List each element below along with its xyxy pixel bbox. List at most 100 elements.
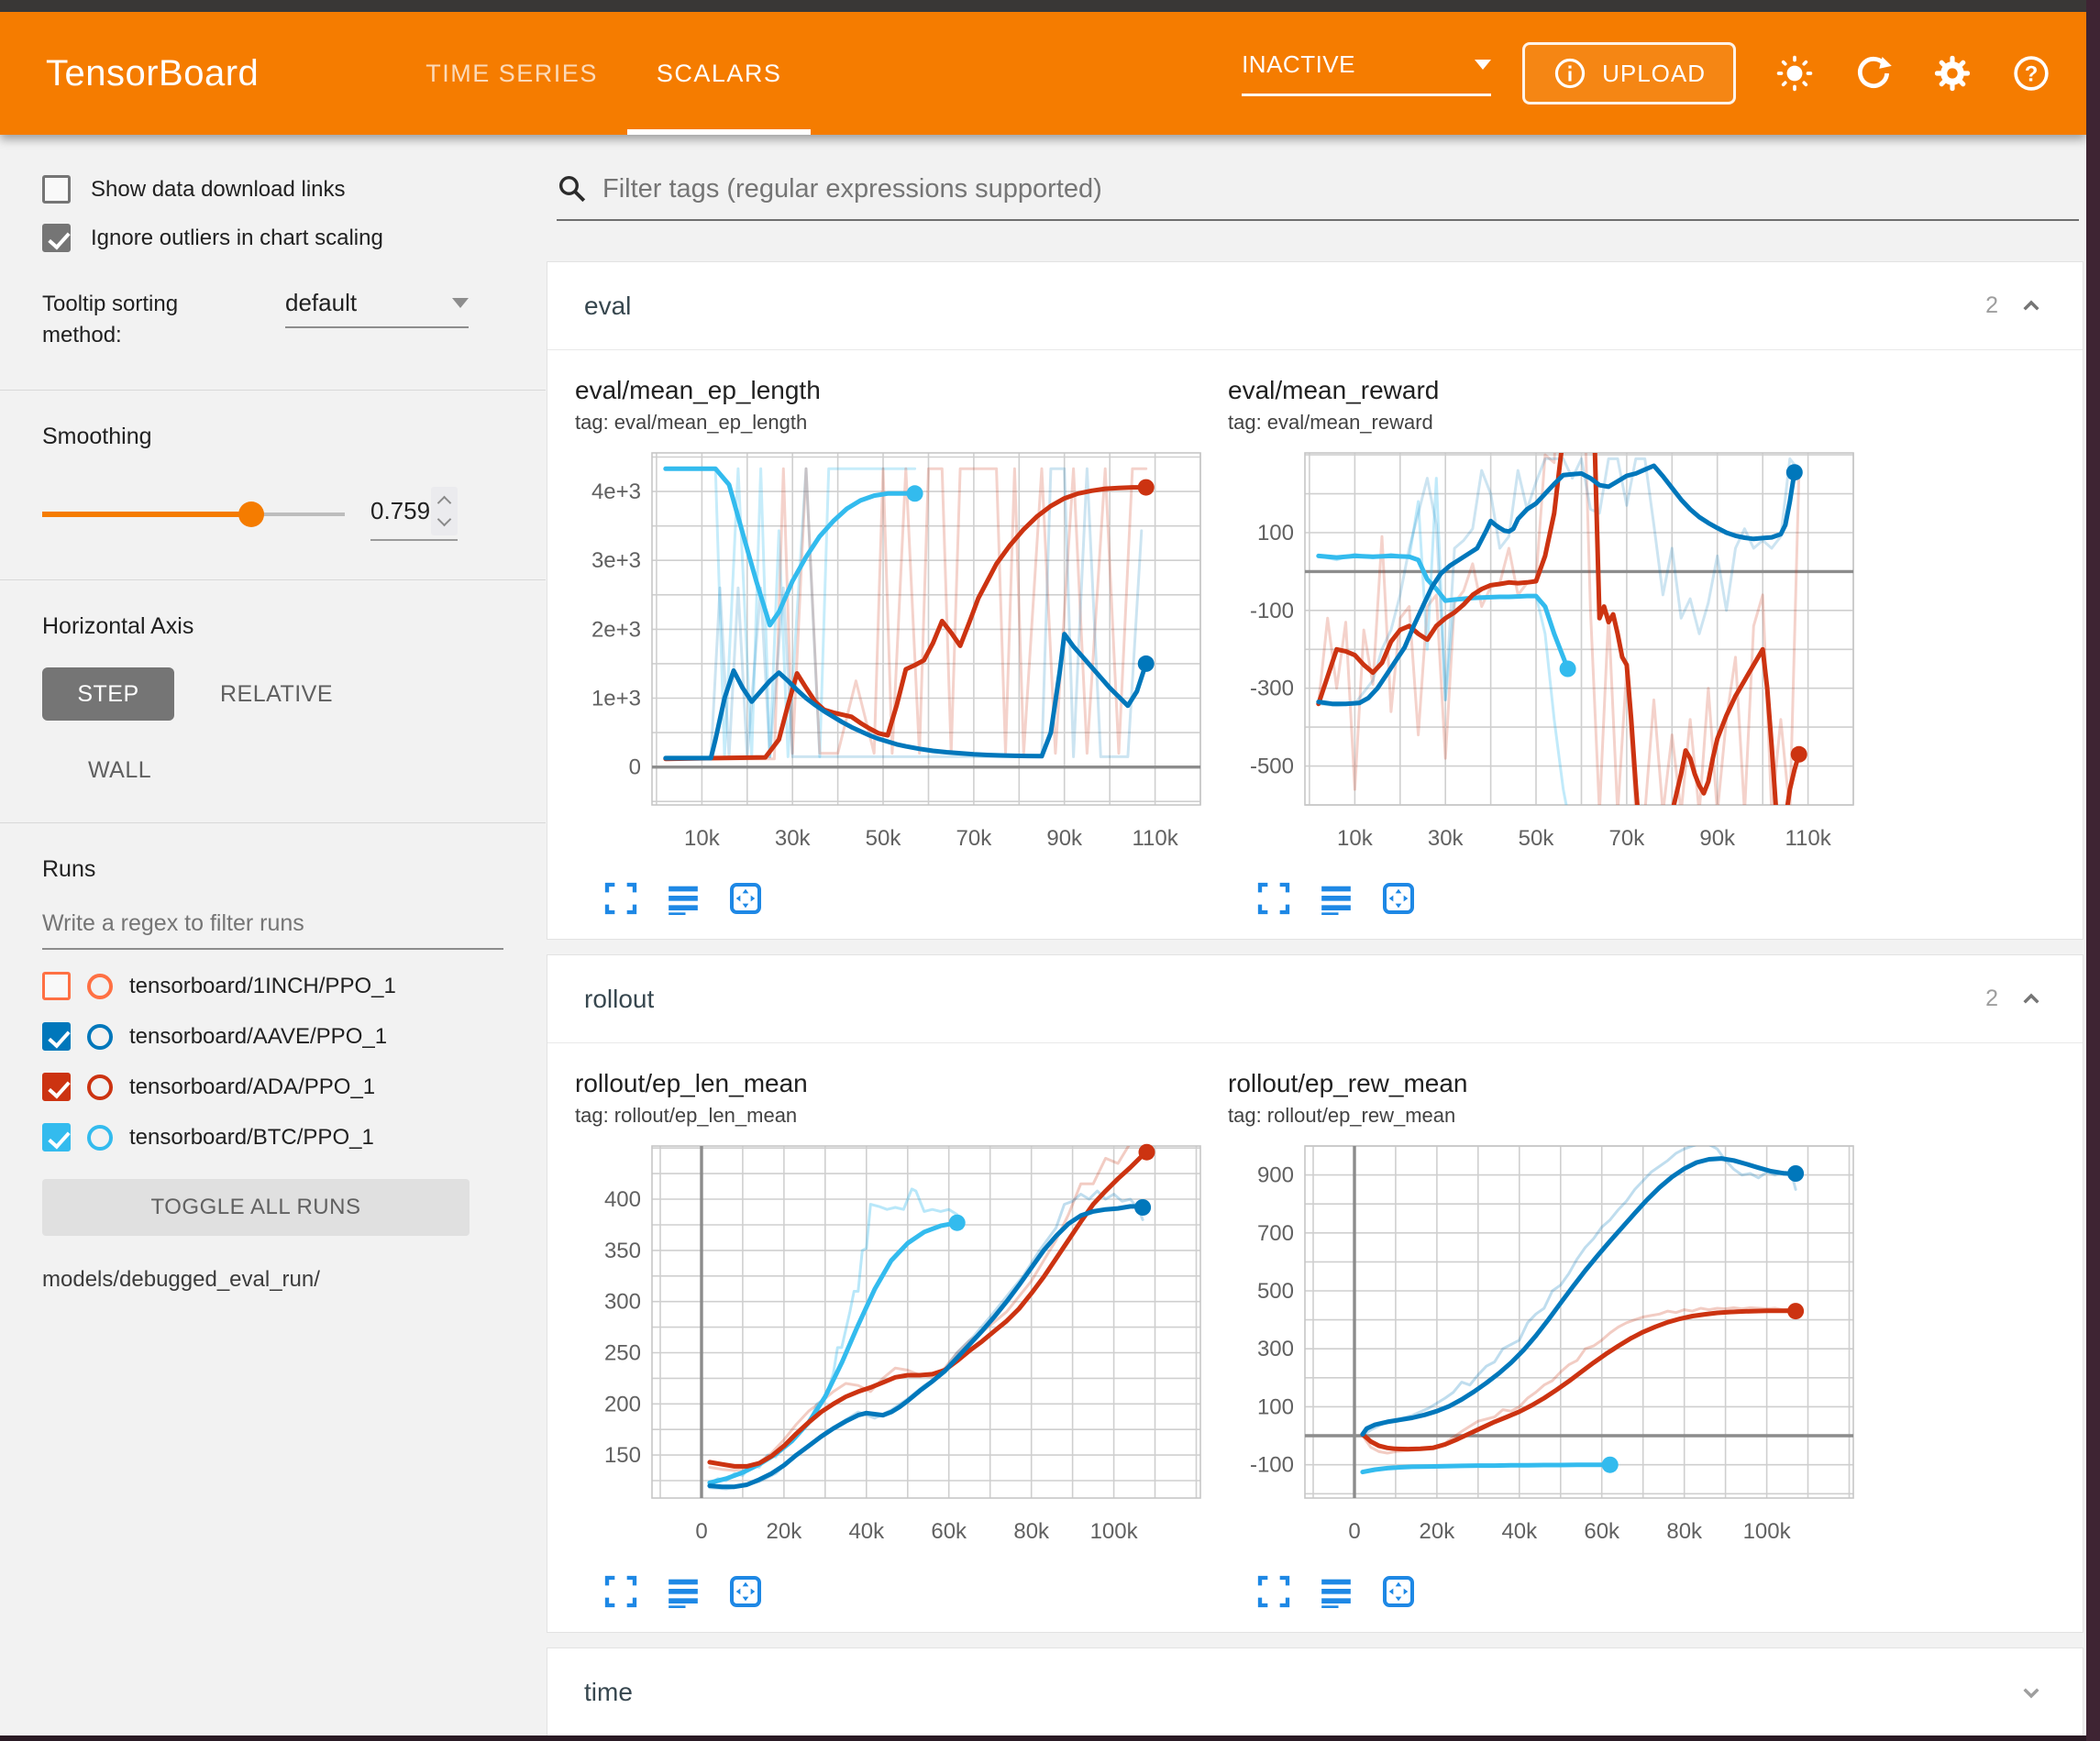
run-row-aave[interactable]: tensorboard/AAVE/PPO_1	[42, 1022, 546, 1051]
fit-data-icon[interactable]	[727, 1573, 764, 1610]
svg-text:-100: -100	[1250, 599, 1294, 623]
section-header-time[interactable]: time	[547, 1648, 2083, 1735]
run-checkbox[interactable]	[42, 1022, 71, 1051]
filter-tags-placeholder: Filter tags (regular expressions support…	[602, 174, 1102, 204]
upload-button[interactable]: UPLOAD	[1522, 42, 1736, 105]
axis-wall-button[interactable]: WALL	[88, 757, 151, 783]
section-header-rollout[interactable]: rollout 2	[547, 955, 2083, 1043]
data-table-icon[interactable]	[1318, 1573, 1354, 1610]
run-checkbox[interactable]	[42, 972, 71, 1000]
chart-toolbar	[1255, 1573, 1873, 1610]
data-table-icon[interactable]	[665, 1573, 702, 1610]
refresh-icon[interactable]	[1853, 53, 1894, 94]
maximize-icon[interactable]	[602, 1573, 639, 1610]
tab-scalars[interactable]: SCALARS	[627, 12, 812, 135]
data-table-icon[interactable]	[665, 880, 702, 917]
svg-text:70k: 70k	[956, 826, 993, 851]
svg-text:60k: 60k	[931, 1519, 967, 1544]
sidebar-divider	[0, 390, 546, 391]
status-dropdown[interactable]: INACTIVE	[1242, 50, 1491, 96]
stepper-up-icon[interactable]	[437, 496, 452, 511]
brightness-icon[interactable]	[1774, 53, 1815, 94]
svg-text:200: 200	[604, 1392, 641, 1416]
svg-text:30k: 30k	[775, 826, 812, 851]
horizontal-axis-label: Horizontal Axis	[42, 613, 546, 640]
chart-toolbar	[602, 880, 1221, 917]
toggle-all-runs-button[interactable]: TOGGLE ALL RUNS	[42, 1179, 470, 1236]
svg-text:4e+3: 4e+3	[591, 479, 641, 504]
svg-text:80k: 80k	[1666, 1519, 1703, 1544]
svg-text:90k: 90k	[1699, 826, 1736, 851]
ignore-outliers-row[interactable]: Ignore outliers in chart scaling	[42, 224, 546, 252]
upload-button-label: UPLOAD	[1602, 60, 1706, 88]
chevron-up-icon[interactable]	[2017, 292, 2046, 321]
section-count: 2	[1985, 292, 1998, 319]
run-label: tensorboard/1INCH/PPO_1	[129, 974, 396, 999]
settings-gear-icon[interactable]	[1932, 53, 1973, 94]
chart-title: eval/mean_reward	[1228, 376, 1873, 405]
smoothing-value: 0.759	[370, 497, 431, 525]
checkbox-label: Ignore outliers in chart scaling	[91, 226, 383, 251]
section-header-eval[interactable]: eval 2	[547, 262, 2083, 350]
chart-title: eval/mean_ep_length	[575, 376, 1221, 405]
number-stepper[interactable]	[431, 487, 458, 535]
chart-tag: tag: rollout/ep_len_mean	[575, 1104, 1221, 1128]
tab-time-series[interactable]: TIME SERIES	[396, 12, 627, 135]
chart-canvas[interactable]: 020k40k60k80k100k-100100300500700900	[1221, 1135, 1862, 1564]
header-tabs: TIME SERIES SCALARS	[396, 12, 811, 135]
run-row-ada[interactable]: tensorboard/ADA/PPO_1	[42, 1073, 546, 1101]
chart-canvas[interactable]: 020k40k60k80k100k150200250300350400	[568, 1135, 1210, 1564]
axis-step-button[interactable]: STEP	[42, 667, 174, 721]
chart-rollout-ep-rew-mean: rollout/ep_rew_mean tag: rollout/ep_rew_…	[1221, 1069, 1873, 1619]
run-row-btc[interactable]: tensorboard/BTC/PPO_1	[42, 1123, 546, 1151]
svg-text:-300: -300	[1250, 677, 1294, 701]
axis-relative-button[interactable]: RELATIVE	[220, 681, 333, 708]
chart-toolbar	[602, 1573, 1221, 1610]
fit-data-icon[interactable]	[727, 880, 764, 917]
filter-tags-input[interactable]: Filter tags (regular expressions support…	[557, 173, 2079, 221]
show-download-links-checkbox[interactable]	[42, 175, 71, 204]
svg-text:10k: 10k	[1337, 826, 1374, 851]
horizontal-axis-options-row2: WALL	[88, 757, 546, 784]
help-icon[interactable]: ?	[2011, 53, 2051, 94]
fit-data-icon[interactable]	[1380, 880, 1417, 917]
run-color-circle	[87, 1125, 113, 1151]
svg-text:2e+3: 2e+3	[591, 617, 641, 642]
dashboard-content: Filter tags (regular expressions support…	[546, 135, 2086, 1735]
svg-text:300: 300	[604, 1290, 641, 1315]
chart-canvas[interactable]: 10k30k50k70k90k110k01e+32e+33e+34e+3	[568, 442, 1210, 871]
run-checkbox[interactable]	[42, 1073, 71, 1101]
svg-text:100: 100	[1257, 521, 1294, 545]
slider-thumb[interactable]	[238, 501, 264, 527]
runs-heading: Runs	[42, 856, 546, 883]
chart-canvas[interactable]: 10k30k50k70k90k110k100-100-300-500	[1221, 442, 1862, 871]
section-count: 2	[1985, 986, 1998, 1012]
tooltip-sorting-select[interactable]: default	[285, 289, 469, 328]
tooltip-sorting-label: Tooltip sorting method:	[42, 289, 230, 351]
run-row-1inch[interactable]: tensorboard/1INCH/PPO_1	[42, 972, 546, 1000]
ignore-outliers-checkbox[interactable]	[42, 224, 71, 252]
chevron-up-icon[interactable]	[2017, 985, 2046, 1014]
smoothing-value-field[interactable]: 0.759	[370, 487, 458, 541]
svg-text:70k: 70k	[1609, 826, 1646, 851]
smoothing-slider[interactable]	[42, 501, 345, 528]
section-card-time: time	[547, 1647, 2083, 1735]
svg-text:20k: 20k	[1420, 1519, 1456, 1544]
runs-filter-input[interactable]: Write a regex to filter runs	[42, 910, 503, 950]
maximize-icon[interactable]	[1255, 1573, 1292, 1610]
svg-text:-500: -500	[1250, 755, 1294, 779]
svg-text:90k: 90k	[1046, 826, 1083, 851]
maximize-icon[interactable]	[1255, 880, 1292, 917]
chevron-down-icon[interactable]	[2017, 1678, 2046, 1707]
maximize-icon[interactable]	[602, 880, 639, 917]
svg-text:100k: 100k	[1743, 1519, 1792, 1544]
chart-title: rollout/ep_len_mean	[575, 1069, 1221, 1098]
run-checkbox[interactable]	[42, 1123, 71, 1151]
stepper-down-icon[interactable]	[437, 512, 452, 527]
svg-text:350: 350	[604, 1239, 641, 1263]
data-table-icon[interactable]	[1318, 880, 1354, 917]
svg-text:50k: 50k	[866, 826, 902, 851]
chart-title: rollout/ep_rew_mean	[1228, 1069, 1873, 1098]
show-download-links-row[interactable]: Show data download links	[42, 175, 546, 204]
fit-data-icon[interactable]	[1380, 1573, 1417, 1610]
